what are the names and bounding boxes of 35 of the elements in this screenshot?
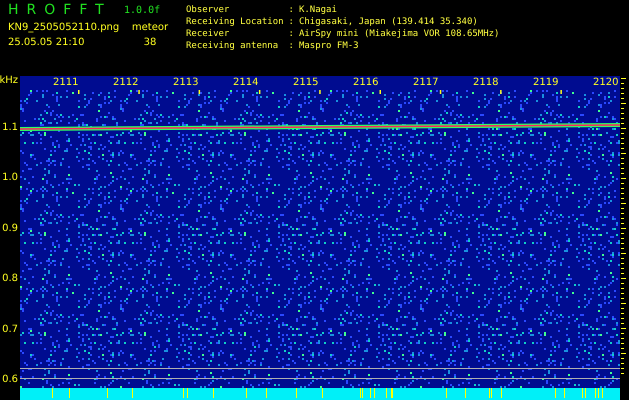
time-label: 2113 (173, 76, 198, 90)
axis-tick-label: 1.0 (2, 173, 18, 184)
info-label: Receiver (186, 28, 230, 40)
timestamp: 25.05.05 21:10 (8, 37, 86, 48)
meteor-label: meteor (130, 22, 170, 33)
info-label: Observer (186, 4, 230, 16)
axis-tick-label: 0.6 (2, 375, 18, 385)
axis-tick-label: 0.7 (2, 324, 18, 335)
info-label: Receiving antenna (186, 40, 280, 52)
info-value: Maspro FM-3 (298, 40, 360, 52)
colon-separator: : (288, 28, 294, 40)
info-value: Chigasaki, Japan (139.414 35.340) (298, 16, 479, 28)
colon-separator: : (288, 16, 294, 28)
file-name: KN9_2505052110.png (8, 22, 120, 33)
info-value: AirSpy mini (Miakejima VOR 108.65MHz) (298, 28, 500, 40)
axis-tick-label: 0.8 (2, 274, 18, 284)
axis-tick-label: 0.9 (2, 224, 18, 234)
axis-unit: kHz (0, 76, 18, 86)
time-label: 2114 (233, 76, 258, 90)
time-label: 2117 (413, 76, 438, 90)
time-label: 2120 (593, 76, 618, 90)
time-label: 2118 (473, 76, 498, 90)
time-label: 2111 (53, 76, 78, 90)
version-label: 1.0.0f (124, 4, 162, 16)
time-label: 2119 (533, 76, 558, 90)
info-label: Receiving Location (186, 16, 284, 28)
colon-separator: : (288, 4, 294, 16)
time-label: 2116 (353, 76, 378, 90)
info-value: K.Nagai (298, 4, 338, 16)
colon-separator: : (288, 40, 294, 52)
meteor-count: 38 (142, 37, 158, 48)
time-label: 2115 (293, 76, 318, 90)
time-label: 2112 (113, 76, 138, 90)
app-title: HROFFT (8, 2, 113, 18)
axis-tick-label: 1.1 (2, 123, 18, 133)
